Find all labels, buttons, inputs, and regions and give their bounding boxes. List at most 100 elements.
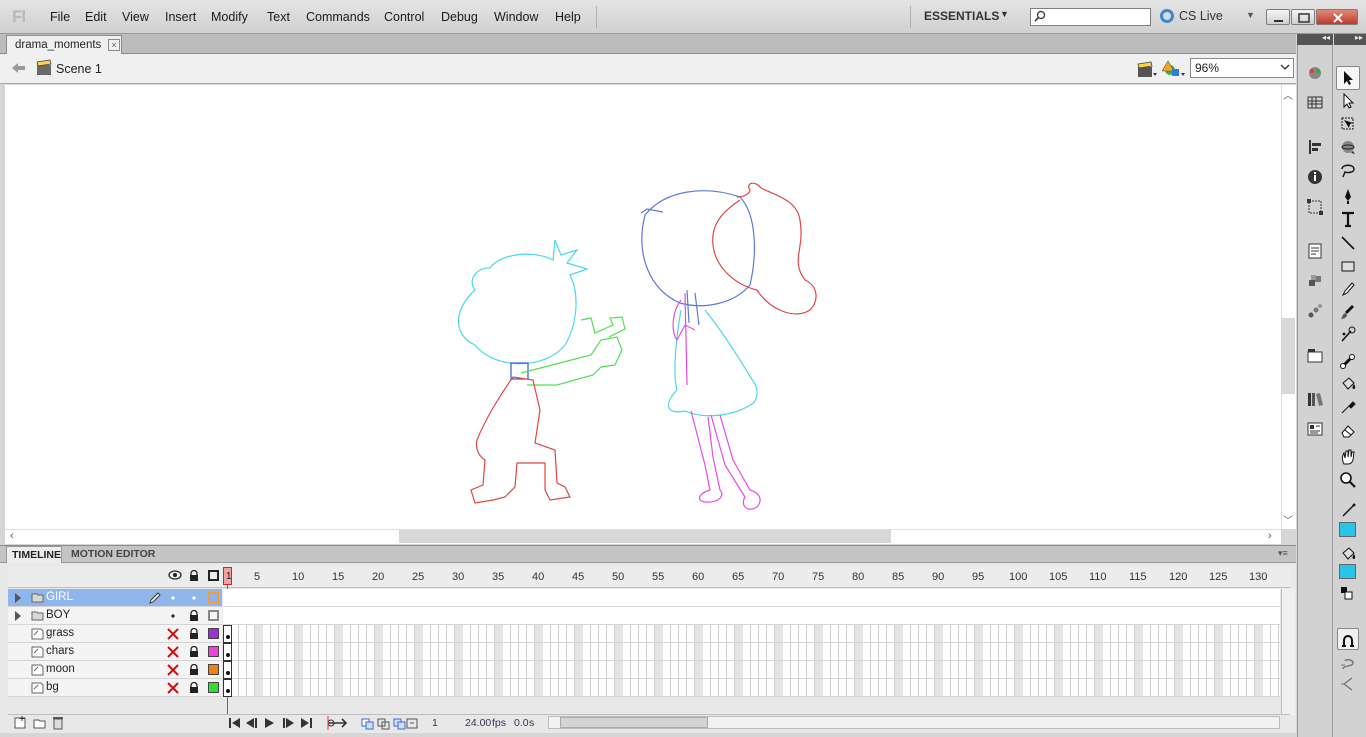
layer-row-moon[interactable]: moon [8,661,222,679]
stage-vertical-scrollbar[interactable] [1281,85,1296,529]
properties-icon[interactable] [1306,420,1324,438]
chevron-down-icon[interactable] [1280,64,1290,71]
show-hide-all-icon[interactable] [168,570,182,580]
eyedropper-tool-icon[interactable] [1339,398,1357,416]
zoom-tool-icon[interactable] [1339,471,1357,489]
brush-tool-icon[interactable] [1339,303,1357,321]
onion-skin-icon[interactable] [361,718,374,730]
rectangle-tool-icon[interactable] [1339,257,1357,275]
eraser-tool-icon[interactable] [1339,421,1357,439]
lock-icon[interactable] [188,682,200,694]
components-icon[interactable] [1306,272,1324,290]
menu-edit[interactable]: Edit [85,10,107,24]
layer-name[interactable]: grass [46,627,74,639]
unlocked-dot-icon[interactable] [188,592,200,604]
pen-tool-icon[interactable] [1339,187,1357,205]
menu-modify[interactable]: Modify [211,10,248,24]
step-forward-icon[interactable] [283,718,294,728]
lasso-tool-icon[interactable] [1339,161,1357,179]
transform-icon[interactable] [1306,198,1324,216]
outline-color-swatch[interactable] [208,610,219,621]
frame-row-girl[interactable] [223,589,1280,607]
snap-to-objects-icon[interactable] [1339,632,1357,650]
frame-rate-readout[interactable]: 24.00 [465,717,491,729]
lock-icon[interactable] [188,664,200,676]
scroll-left-icon[interactable]: ‹ [10,530,14,542]
keyframe[interactable] [223,625,232,643]
workspace-switcher[interactable]: ESSENTIALS [924,9,999,23]
pencil-tool-icon[interactable] [1339,280,1357,298]
close-window-button[interactable] [1316,9,1358,25]
fill-color-swatch[interactable] [1339,564,1356,579]
document-tab[interactable]: drama_moments × [6,35,122,54]
paint-bucket-tool-icon[interactable] [1339,375,1357,393]
hand-tool-icon[interactable] [1339,448,1357,466]
hidden-x-icon[interactable] [166,663,180,677]
go-to-last-frame-icon[interactable] [301,718,312,728]
minimize-button[interactable] [1266,9,1290,25]
menu-view[interactable]: View [122,10,149,24]
step-back-icon[interactable] [246,718,257,728]
layer-name[interactable]: moon [46,663,75,675]
layer-name[interactable]: bg [46,681,59,693]
stage-drawing[interactable] [5,85,1281,529]
go-to-first-frame-icon[interactable] [229,718,240,728]
layer-icon[interactable] [12,626,46,642]
menu-help[interactable]: Help [555,10,581,24]
align-icon[interactable] [1306,138,1324,156]
swap-colors-icon[interactable] [1340,586,1354,600]
menu-debug[interactable]: Debug [441,10,478,24]
menu-file[interactable]: File [50,10,70,24]
chevron-down-icon[interactable]: ▼ [1246,10,1255,20]
frame-row-moon[interactable] [223,661,1280,679]
chevron-down-icon[interactable]: ▼ [1000,9,1009,19]
edit-scene-icon[interactable] [1136,59,1158,79]
scrollbar-thumb[interactable] [560,717,708,728]
scrollbar-thumb[interactable] [1281,318,1295,394]
close-tab-icon[interactable]: × [108,39,120,51]
lock-all-icon[interactable] [188,570,200,582]
new-layer-icon[interactable] [14,716,26,729]
elapsed-time-readout[interactable]: 0.0 [514,717,529,729]
outline-all-icon[interactable] [208,570,219,581]
stroke-color-icon[interactable] [1339,502,1357,520]
restore-button[interactable] [1291,9,1315,25]
info-icon[interactable] [1306,168,1324,186]
keyframe[interactable] [223,643,232,661]
menu-control[interactable]: Control [384,10,424,24]
layer-row-girl[interactable]: GIRL [8,589,222,607]
frame-row-chars[interactable] [223,643,1280,661]
actions-icon[interactable] [1306,242,1324,260]
scroll-down-icon[interactable]: ﹀ [1283,512,1293,527]
layer-name[interactable]: BOY [46,609,70,621]
loop-icon[interactable] [327,718,348,728]
color-icon[interactable] [1306,64,1324,82]
selection-tool-icon[interactable] [1339,69,1357,87]
lock-icon[interactable] [188,646,200,658]
menu-commands[interactable]: Commands [306,10,370,24]
folder-icon[interactable] [12,590,46,606]
menu-window[interactable]: Window [494,10,538,24]
keyframe[interactable] [223,679,232,697]
layer-icon[interactable] [12,662,46,678]
scroll-up-icon[interactable]: ︿ [1283,87,1293,102]
outline-color-swatch[interactable] [208,664,219,675]
3d-rotation-tool-icon[interactable] [1339,138,1357,156]
layer-row-grass[interactable]: grass [8,625,222,643]
timeline-vertical-scrollbar[interactable] [1281,589,1295,715]
help-search-input[interactable] [1030,8,1151,26]
layer-icon[interactable] [12,644,46,660]
fill-color-icon[interactable] [1339,545,1357,563]
line-tool-icon[interactable] [1339,234,1357,252]
tools-collapse-bar[interactable]: ▸▸ [1334,33,1366,45]
panel-menu-icon[interactable]: ▾≡ [1278,548,1288,559]
tab-motion-editor[interactable]: MOTION EDITOR [71,548,155,560]
project-icon[interactable] [1306,346,1324,364]
free-transform-tool-icon[interactable] [1339,115,1357,133]
onion-skin-outlines-icon[interactable] [377,718,390,730]
layer-name[interactable]: GIRL [46,591,73,603]
keyframe[interactable] [223,661,232,679]
lock-icon[interactable] [188,628,200,640]
smooth-icon[interactable] [1339,655,1357,673]
bone-tool-icon[interactable] [1339,352,1357,370]
